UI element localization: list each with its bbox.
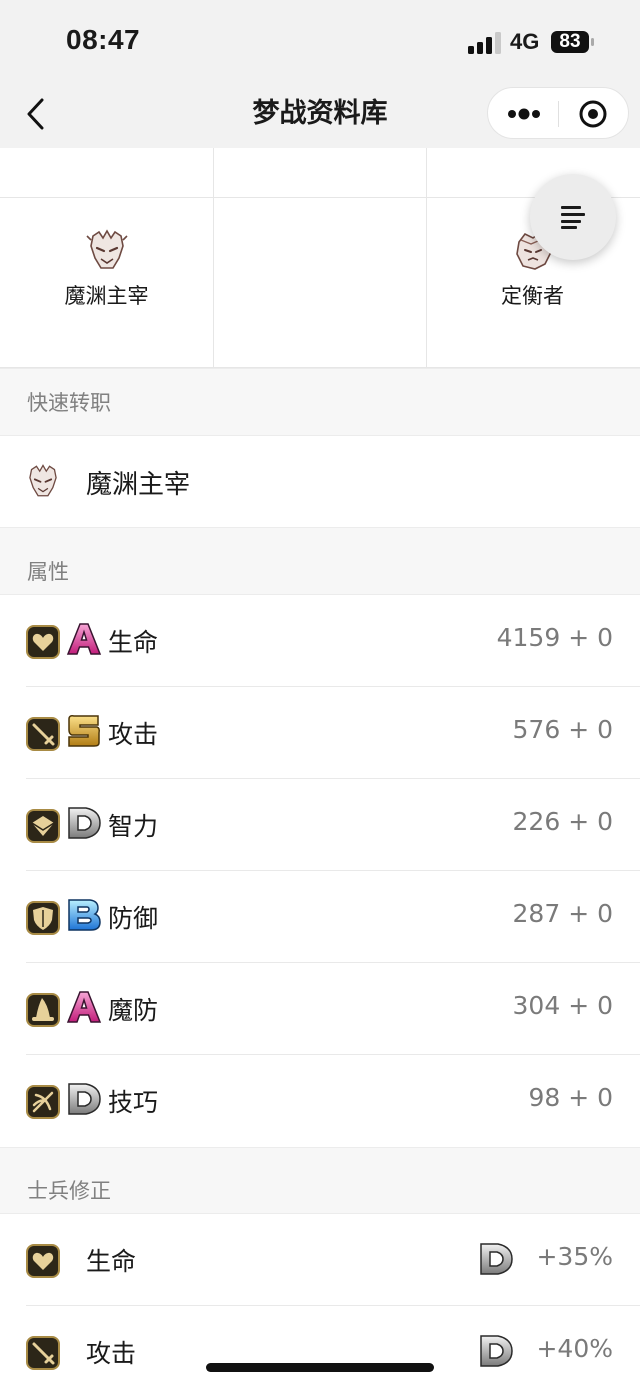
class-name: 定衡者 xyxy=(501,284,564,308)
soldier-mod-label: 攻击 xyxy=(86,1339,137,1368)
wizard-hat-icon xyxy=(26,993,60,1027)
nav-bar: 梦战资料库 xyxy=(0,84,640,148)
grade-b-badge xyxy=(68,899,101,931)
grade-d-badge xyxy=(68,1083,101,1115)
skill-icon xyxy=(26,1085,60,1119)
attribute-label: 防御 xyxy=(108,904,159,933)
attribute-row: 技巧 98 + 0 xyxy=(0,1055,640,1147)
soldier-mod-value: +40% xyxy=(536,1334,613,1363)
heart-icon xyxy=(26,625,60,659)
abyss-lord-portrait-icon xyxy=(29,464,57,497)
grade-a-badge xyxy=(66,991,102,1023)
soldier-mod-row: 生命 +35% xyxy=(0,1214,640,1306)
attribute-label: 生命 xyxy=(108,628,159,657)
attribute-row: 攻击 576 + 0 xyxy=(0,687,640,779)
grade-d-badge xyxy=(68,807,101,839)
menu-fab-button[interactable] xyxy=(530,174,616,260)
grid-divider xyxy=(213,148,214,368)
mini-program-capsule xyxy=(487,87,629,139)
battery-level: 83 xyxy=(559,31,581,52)
attribute-value: 576 + 0 xyxy=(512,715,613,744)
quick-change-item[interactable]: 魔渊主宰 xyxy=(0,436,640,528)
section-header-soldier-mod: 士兵修正 xyxy=(0,1147,640,1214)
sword-icon xyxy=(26,717,60,751)
grade-a-badge xyxy=(66,623,102,655)
class-card[interactable]: 魔渊主宰 xyxy=(0,228,213,310)
grade-s-badge xyxy=(68,715,100,747)
battery-icon: 83 xyxy=(550,30,594,54)
list-menu-icon xyxy=(561,206,585,229)
attribute-value: 4159 + 0 xyxy=(496,623,613,652)
grade-d-badge xyxy=(480,1335,513,1367)
signal-icon xyxy=(468,32,501,54)
attribute-label: 攻击 xyxy=(108,720,159,749)
home-indicator[interactable] xyxy=(206,1363,434,1372)
attribute-row: 生命 4159 + 0 xyxy=(0,595,640,687)
attribute-row: 魔防 304 + 0 xyxy=(0,963,640,1055)
capsule-divider xyxy=(558,101,559,127)
attribute-value: 287 + 0 xyxy=(512,899,613,928)
shield-icon xyxy=(26,901,60,935)
class-name: 魔渊主宰 xyxy=(64,284,149,308)
sword-icon xyxy=(26,1336,60,1370)
section-header-quick-change: 快速转职 xyxy=(0,368,640,436)
soldier-mod-row: 攻击 +40% xyxy=(0,1306,640,1385)
quick-change-label: 魔渊主宰 xyxy=(86,470,191,500)
attribute-row: 防御 287 + 0 xyxy=(0,871,640,963)
soldier-mod-label: 生命 xyxy=(86,1247,137,1276)
more-icon[interactable] xyxy=(506,102,542,126)
attribute-value: 98 + 0 xyxy=(528,1083,613,1112)
book-icon xyxy=(26,809,60,843)
status-time: 08:47 xyxy=(66,24,141,55)
attribute-label: 魔防 xyxy=(108,996,159,1025)
attribute-value: 226 + 0 xyxy=(512,807,613,836)
attribute-label: 智力 xyxy=(108,812,159,841)
attribute-row: 智力 226 + 0 xyxy=(0,779,640,871)
attribute-value: 304 + 0 xyxy=(512,991,613,1020)
class-grid: 魔渊主宰 定衡者 xyxy=(0,148,640,368)
attribute-label: 技巧 xyxy=(108,1088,159,1117)
status-bar: 08:47 4G 83 xyxy=(0,0,640,84)
close-target-icon[interactable] xyxy=(578,99,608,129)
abyss-lord-portrait-icon xyxy=(85,229,128,269)
grade-d-badge xyxy=(480,1243,513,1275)
section-header-attributes: 属性 xyxy=(0,527,640,595)
heart-icon xyxy=(26,1244,60,1278)
soldier-mod-value: +35% xyxy=(536,1242,613,1271)
network-type: 4G xyxy=(510,29,540,54)
